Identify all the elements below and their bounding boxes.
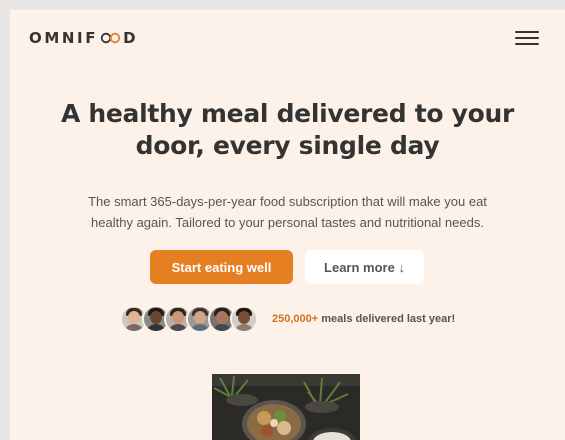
- hero-title-line-1: A healthy meal delivered to your: [60, 99, 515, 128]
- hero-title-line-2: door, every single day: [135, 131, 440, 160]
- delivered-meals-label: meals delivered last year!: [318, 313, 456, 325]
- avatar: [230, 305, 258, 333]
- header: OMNIF D: [10, 10, 565, 70]
- hamburger-menu-icon[interactable]: [515, 31, 539, 49]
- start-eating-well-button[interactable]: Start eating well: [150, 250, 293, 284]
- customer-avatars: [120, 305, 258, 333]
- delivered-meals-count: 250,000+: [272, 313, 319, 325]
- meal-bowls-image: [212, 374, 360, 440]
- page: OMNIF D A healthy meal delivered to your…: [10, 10, 565, 440]
- hero-description: The smart 365-days-per-year food subscri…: [60, 191, 515, 233]
- learn-more-button[interactable]: Learn more ↓: [305, 250, 424, 284]
- logo-infinity-icon: [100, 32, 121, 44]
- logo-text-suffix: D: [123, 29, 139, 47]
- hero-title: A healthy meal delivered to your door, e…: [40, 98, 535, 162]
- hero-description-line-1: The smart 365-days-per-year food subscri…: [88, 194, 487, 209]
- delivered-meals: 250,000+ meals delivered last year!: [120, 305, 455, 333]
- hero-description-line-2: healthy again. Tailored to your personal…: [91, 215, 484, 230]
- logo-text-prefix: OMNIF: [29, 29, 99, 47]
- delivered-meals-text: 250,000+ meals delivered last year!: [272, 313, 455, 325]
- omnifood-logo[interactable]: OMNIF D: [29, 29, 138, 47]
